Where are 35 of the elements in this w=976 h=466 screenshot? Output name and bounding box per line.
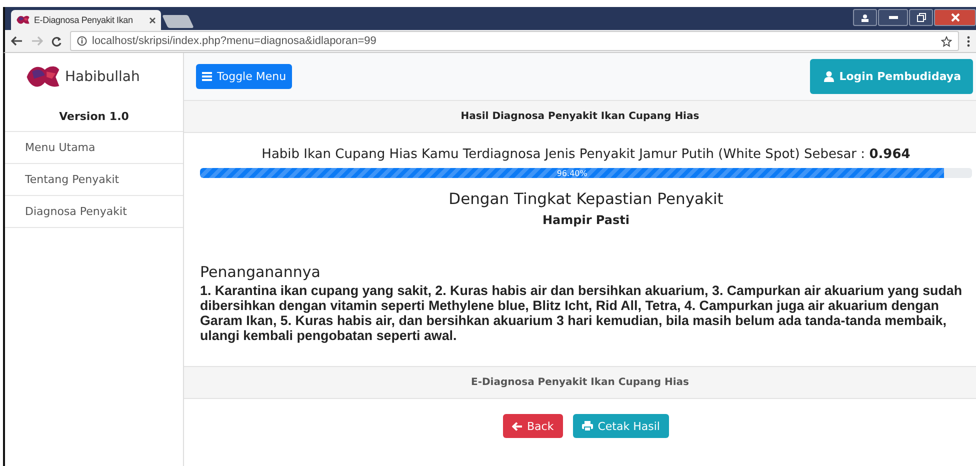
minimize-icon[interactable] <box>878 9 908 26</box>
brand-name: Habibullah <box>65 69 140 85</box>
treatment-title: Penanganannya <box>200 263 320 281</box>
tab-title: E-Diagnosa Penyakit Ikan <box>34 15 134 25</box>
treatment-text: 1. Karantina ikan cupang yang sakit, 2. Kuras habis air dan bersihkan akuarium, 3. Campurkan air akuarium yang sudah dibersihkan dengan vitamin seperti Methylene blue, Blitz Icht, Rid All, Tetra, 4. Campurkan juga air akuarium dengan Garam Ikan, 5. Kuras habis air, dan bersihkan akuarium 3 hari kemudian, bila masih belum ada tanda-tanda membaik, ulangi kembali pengobatan seperti awal. <box>200 283 964 343</box>
info-icon <box>77 36 87 46</box>
menu-icon[interactable] <box>967 36 970 46</box>
close-icon[interactable] <box>149 16 156 24</box>
reload-icon[interactable] <box>51 36 62 46</box>
address-bar[interactable]: localhost/skripsi/index.php?menu=diagnosa&idlaporan=99 <box>70 31 959 51</box>
sidebar-item[interactable]: Tentang Penyakit <box>5 164 183 196</box>
new-tab-button[interactable] <box>162 15 194 28</box>
version-label: Version 1.0 <box>5 101 183 132</box>
back-arrow-icon[interactable] <box>11 36 23 46</box>
restore-icon[interactable] <box>909 9 933 26</box>
progress-label: 96.40% <box>556 168 588 178</box>
fish-icon <box>16 15 30 25</box>
close-icon[interactable] <box>934 9 976 26</box>
back-button[interactable]: Back <box>503 414 563 438</box>
browser-tab[interactable]: E-Diagnosa Penyakit Ikan <box>11 10 161 30</box>
menu-icon <box>202 72 212 81</box>
arrow-left-icon <box>512 422 522 430</box>
user-icon <box>824 71 834 82</box>
card-footer: E-Diagnosa Penyakit Ikan Cupang Hias <box>184 366 976 399</box>
card-header: Hasil Diagnosa Penyakit Ikan Cupang Hias <box>184 101 976 133</box>
star-icon[interactable] <box>941 36 952 46</box>
sidebar-item[interactable]: Menu Utama <box>5 132 183 164</box>
url-text: localhost/skripsi/index.php?menu=diagnosa&idlaporan=99 <box>92 35 378 47</box>
user-icon[interactable] <box>853 9 877 26</box>
certainty-value: Hampir Pasti <box>542 213 630 227</box>
diagnosis-result: Habib Ikan Cupang Hias Kamu Terdiagnosa Jenis Penyakit Jamur Putih (White Spot) Sebesar : 0.964 <box>262 147 910 162</box>
sidebar-item[interactable]: Diagnosa Penyakit <box>5 196 183 228</box>
printer-icon <box>582 421 593 431</box>
toggle-menu-button[interactable]: Toggle Menu <box>196 64 292 89</box>
certainty-title: Dengan Tingkat Kepastian Penyakit <box>448 190 724 208</box>
